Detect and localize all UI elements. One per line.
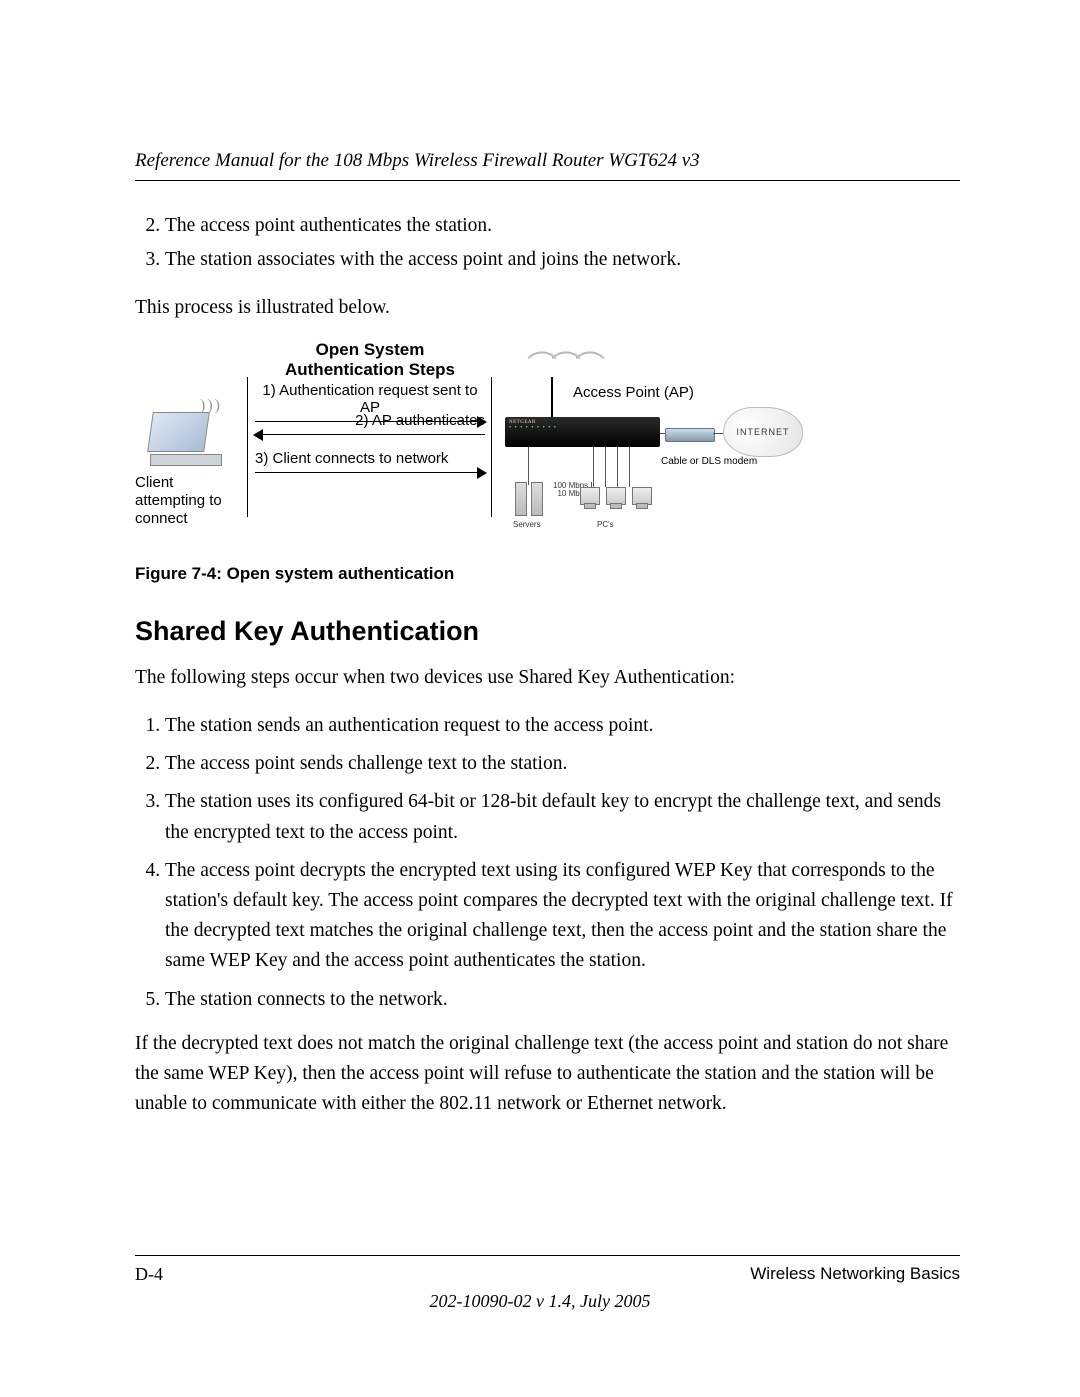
arrow-right-icon — [255, 467, 485, 479]
figure-caption: Figure 7-4: Open system authentication — [135, 564, 960, 584]
figure-divider — [247, 377, 248, 517]
section-heading: Shared Key Authentication — [135, 616, 960, 647]
antenna-icon — [551, 377, 553, 417]
list-item: The station sends an authentication requ… — [165, 711, 960, 741]
section-intro-paragraph: The following steps occur when two devic… — [135, 663, 960, 693]
figure-step-text: 3) Client connects to network — [255, 450, 485, 467]
trailing-paragraph: If the decrypted text does not match the… — [135, 1029, 960, 1120]
page-footer: D-4 Wireless Networking Basics — [135, 1255, 960, 1285]
document-number: 202-10090-02 v 1.4, July 2005 — [0, 1291, 1080, 1312]
intro-paragraph: This process is illustrated below. — [135, 293, 960, 323]
ap-wifi-waves-icon: ⌒⌒⌒ — [527, 342, 599, 386]
arrow-left-icon — [255, 429, 485, 441]
running-header: Reference Manual for the 108 Mbps Wirele… — [135, 150, 960, 181]
main-ordered-list: The station sends an authentication requ… — [135, 711, 960, 1015]
modem-icon — [665, 428, 715, 442]
figure-step-text: 1) Authentication request sent to AP — [255, 382, 485, 416]
net-line-icon — [617, 447, 618, 487]
pcs-label: PC's — [597, 520, 614, 529]
router-icon: NETGEAR • • • • • • • • • — [505, 417, 660, 447]
list-item: The station uses its configured 64-bit o… — [165, 787, 960, 847]
list-item: The access point authenticates the stati… — [165, 211, 960, 241]
pcs-icon — [580, 487, 652, 505]
figure-step-2: 2) AP authenticates — [255, 412, 485, 441]
servers-label: Servers — [513, 520, 541, 529]
figure-title: Open System Authentication Steps — [265, 340, 475, 381]
figure-step-3: 3) Client connects to network — [255, 450, 485, 479]
figure-divider — [491, 377, 492, 517]
list-item: The access point sends challenge text to… — [165, 749, 960, 779]
list-item: The station associates with the access p… — [165, 245, 960, 275]
figure-open-system-auth: Open System Authentication Steps ))) Cli… — [135, 342, 960, 542]
net-line-icon — [593, 447, 594, 487]
servers-icon — [515, 482, 543, 516]
internet-cloud-icon: INTERNET — [723, 407, 803, 457]
top-ordered-list: The access point authenticates the stati… — [135, 211, 960, 275]
page-number: D-4 — [135, 1264, 163, 1285]
wifi-waves-icon: ))) — [200, 397, 222, 415]
list-item: The station connects to the network. — [165, 985, 960, 1015]
modem-label: Cable or DLS modem — [661, 456, 757, 467]
net-line-icon — [528, 447, 529, 485]
router-brand-label: NETGEAR — [509, 420, 536, 425]
net-line-icon — [605, 447, 606, 487]
list-item: The access point decrypts the encrypted … — [165, 856, 960, 977]
figure-step-text: 2) AP authenticates — [255, 412, 485, 429]
client-label: Client attempting to connect — [135, 474, 235, 528]
laptop-icon — [150, 412, 220, 467]
footer-section-title: Wireless Networking Basics — [750, 1264, 960, 1285]
access-point-label: Access Point (AP) — [573, 384, 694, 401]
net-line-icon — [629, 447, 630, 487]
